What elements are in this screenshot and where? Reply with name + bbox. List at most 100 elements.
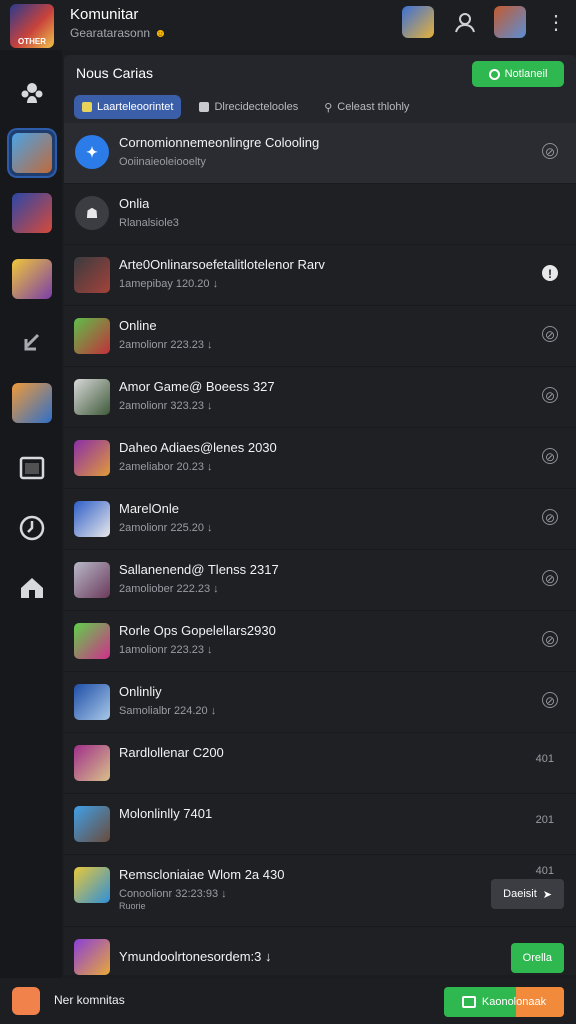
block-icon[interactable]: ⊘ (542, 509, 558, 525)
community-panel: Nous Carias Notlaneil Laarteleoorintet D… (64, 55, 576, 988)
list-item[interactable]: ✦ Cornomionnemeonlingre Colooling Ooiina… (64, 123, 576, 184)
window-icon (19, 456, 45, 480)
list-item-subtitle: 2amolionr 223.23 ↓ (119, 339, 213, 351)
list-item-title: Molonlinlly 7401 (119, 806, 213, 821)
info-icon[interactable]: ! (542, 265, 558, 281)
block-icon[interactable]: ⊘ (542, 387, 558, 403)
list-item-subtitle: Rlanalsiole3 (119, 217, 179, 229)
user-icon[interactable] (452, 9, 478, 35)
list-item-subtitle: 2amolionr 225.20 ↓ (119, 522, 213, 534)
smiley-icon: ☻ (154, 26, 167, 40)
avatar[interactable] (494, 6, 526, 38)
list-item-thumbnail (74, 379, 110, 415)
circle-icon (488, 68, 500, 80)
block-icon[interactable]: ⊘ (542, 631, 558, 647)
server-thumbnail (12, 193, 52, 233)
rail-item-history[interactable] (9, 505, 55, 551)
rail-item-server-2[interactable] (9, 190, 55, 236)
community-icon (21, 83, 43, 103)
notifications-button[interactable]: Notlaneil (472, 61, 564, 87)
list-item[interactable]: Rorle Ops Gopelellars2930 1amolionr 223.… (64, 611, 576, 672)
details-button-label: Daeisit (503, 888, 537, 900)
list-item-title: Ymundoolrtonesordem:3 ↓ (119, 949, 272, 964)
list-item-note: Ruorie (119, 901, 146, 911)
list-item-thumbnail (74, 440, 110, 476)
list-item-subtitle: 2amoliober 222.23 ↓ (119, 583, 219, 595)
details-button[interactable]: Daeisit ➤ (491, 879, 564, 909)
clock-icon (19, 515, 45, 541)
arrow-down-left-icon (24, 333, 40, 351)
list-item-thumbnail (74, 257, 110, 293)
rail-item-tool[interactable] (9, 320, 55, 366)
block-icon[interactable]: ⊘ (542, 143, 558, 159)
list-item[interactable]: Remscloniaiae Wlom 2a 430 Conoolionr 32:… (64, 855, 576, 927)
notifications-button-label: Notlaneil (504, 68, 548, 80)
list-item-title: Arte0Onlinarsoefetalitlotelenor Rarv (119, 257, 325, 272)
app-logo[interactable]: OTHER (10, 4, 54, 48)
bottom-action-button[interactable]: Kaonolonaak (444, 987, 564, 1017)
group-icon: ☗ (75, 196, 109, 230)
list-item-title: Amor Game@ Boeess 327 (119, 379, 275, 394)
block-icon[interactable]: ⊘ (542, 692, 558, 708)
rail-item-server-4[interactable] (9, 380, 55, 426)
list-item[interactable]: Online 2amolionr 223.23 ↓ ⊘ (64, 306, 576, 367)
bottom-bar: Ner komnitas Kaonolonaak (0, 978, 576, 1024)
list-item-count: 201 (535, 814, 554, 826)
arrow-icon: ➤ (542, 888, 552, 901)
tab-leaderboard[interactable]: Laarteleoorintet (74, 95, 182, 119)
list-item-thumbnail (74, 623, 110, 659)
block-icon[interactable]: ⊘ (542, 326, 558, 342)
list-item[interactable]: Molonlinlly 7401 201 (64, 794, 576, 855)
list-item[interactable]: Sallanenend@ Tlenss 2317 2amoliober 222.… (64, 550, 576, 611)
list-item-count: 401 (535, 753, 554, 765)
top-bar: OTHER Komunitar Gearatarasonn ☻ ⋮ (0, 0, 576, 50)
join-button[interactable]: Orella (510, 943, 564, 973)
list-item[interactable]: MarelOnle 2amolionr 225.20 ↓ ⊘ (64, 489, 576, 550)
tab-bar: Laarteleoorintet Dlrecidectelooles ⚲ Cel… (74, 95, 417, 119)
list-item[interactable]: Arte0Onlinarsoefetalitlotelenor Rarv 1am… (64, 245, 576, 306)
more-vertical-icon[interactable]: ⋮ (546, 10, 566, 36)
rail-item-server-3[interactable] (9, 256, 55, 302)
bottom-action-label: Kaonolonaak (481, 996, 547, 1008)
avatar[interactable] (402, 6, 434, 38)
list-item-subtitle: 2ameliabor 20.23 ↓ (119, 461, 213, 473)
list-item-title: Onlinliy (119, 684, 162, 699)
panel-title: Nous Carias (76, 65, 154, 81)
rail-item-home-2[interactable] (9, 565, 55, 611)
tab-label: Dlrecidectelooles (214, 101, 299, 113)
list-item-subtitle: Ooiinaieoleiooelty (119, 156, 206, 168)
tab-icon (82, 102, 92, 112)
rail-item-window[interactable] (9, 445, 55, 491)
list-item[interactable]: Rardlollenar C200 401 (64, 733, 576, 794)
app-logo-text: OTHER (18, 37, 46, 46)
list-item-title: MarelOnle (119, 501, 179, 516)
list-item-subtitle: 1amolionr 223.23 ↓ (119, 644, 213, 656)
list-item[interactable]: ☗ Onlia Rlanalsiole3 (64, 184, 576, 245)
block-icon[interactable]: ⊘ (542, 570, 558, 586)
list-item[interactable]: Amor Game@ Boeess 327 2amolionr 323.23 ↓… (64, 367, 576, 428)
tab-icon (199, 102, 210, 112)
rail-item-home[interactable] (9, 70, 55, 116)
list-item-thumbnail (74, 867, 110, 903)
list-item-subtitle: Conoolionr 32:23:93 ↓ (119, 888, 227, 900)
rail-item-server-1[interactable] (9, 130, 55, 176)
block-icon[interactable]: ⊘ (542, 448, 558, 464)
list-item-count: 401 (535, 865, 554, 877)
house-icon (21, 578, 43, 598)
list-item-title: Onlia (119, 196, 150, 211)
tab-search[interactable]: ⚲ Celeast thlohly (316, 95, 417, 119)
app-title: Komunitar (70, 6, 139, 23)
list-item[interactable]: Onlinliy Samolialbr 224.20 ↓ ⊘ (64, 672, 576, 733)
server-thumbnail (12, 383, 52, 423)
list-item-thumbnail (74, 806, 110, 842)
list-item-thumbnail (74, 501, 110, 537)
list-item-title: Cornomionnemeonlingre Colooling (119, 135, 320, 150)
server-thumbnail (12, 133, 52, 173)
list-item-title: Rorle Ops Gopelellars2930 (119, 623, 276, 638)
community-icon[interactable] (12, 987, 40, 1015)
list-item-thumbnail (74, 318, 110, 354)
list-item-title: Remscloniaiae Wlom 2a 430 (119, 867, 285, 882)
panel-header: Nous Carias Notlaneil Laarteleoorintet D… (64, 55, 576, 123)
tab-directories[interactable]: Dlrecidectelooles (191, 95, 306, 119)
list-item[interactable]: Daheo Adiaes@lenes 2030 2ameliabor 20.23… (64, 428, 576, 489)
